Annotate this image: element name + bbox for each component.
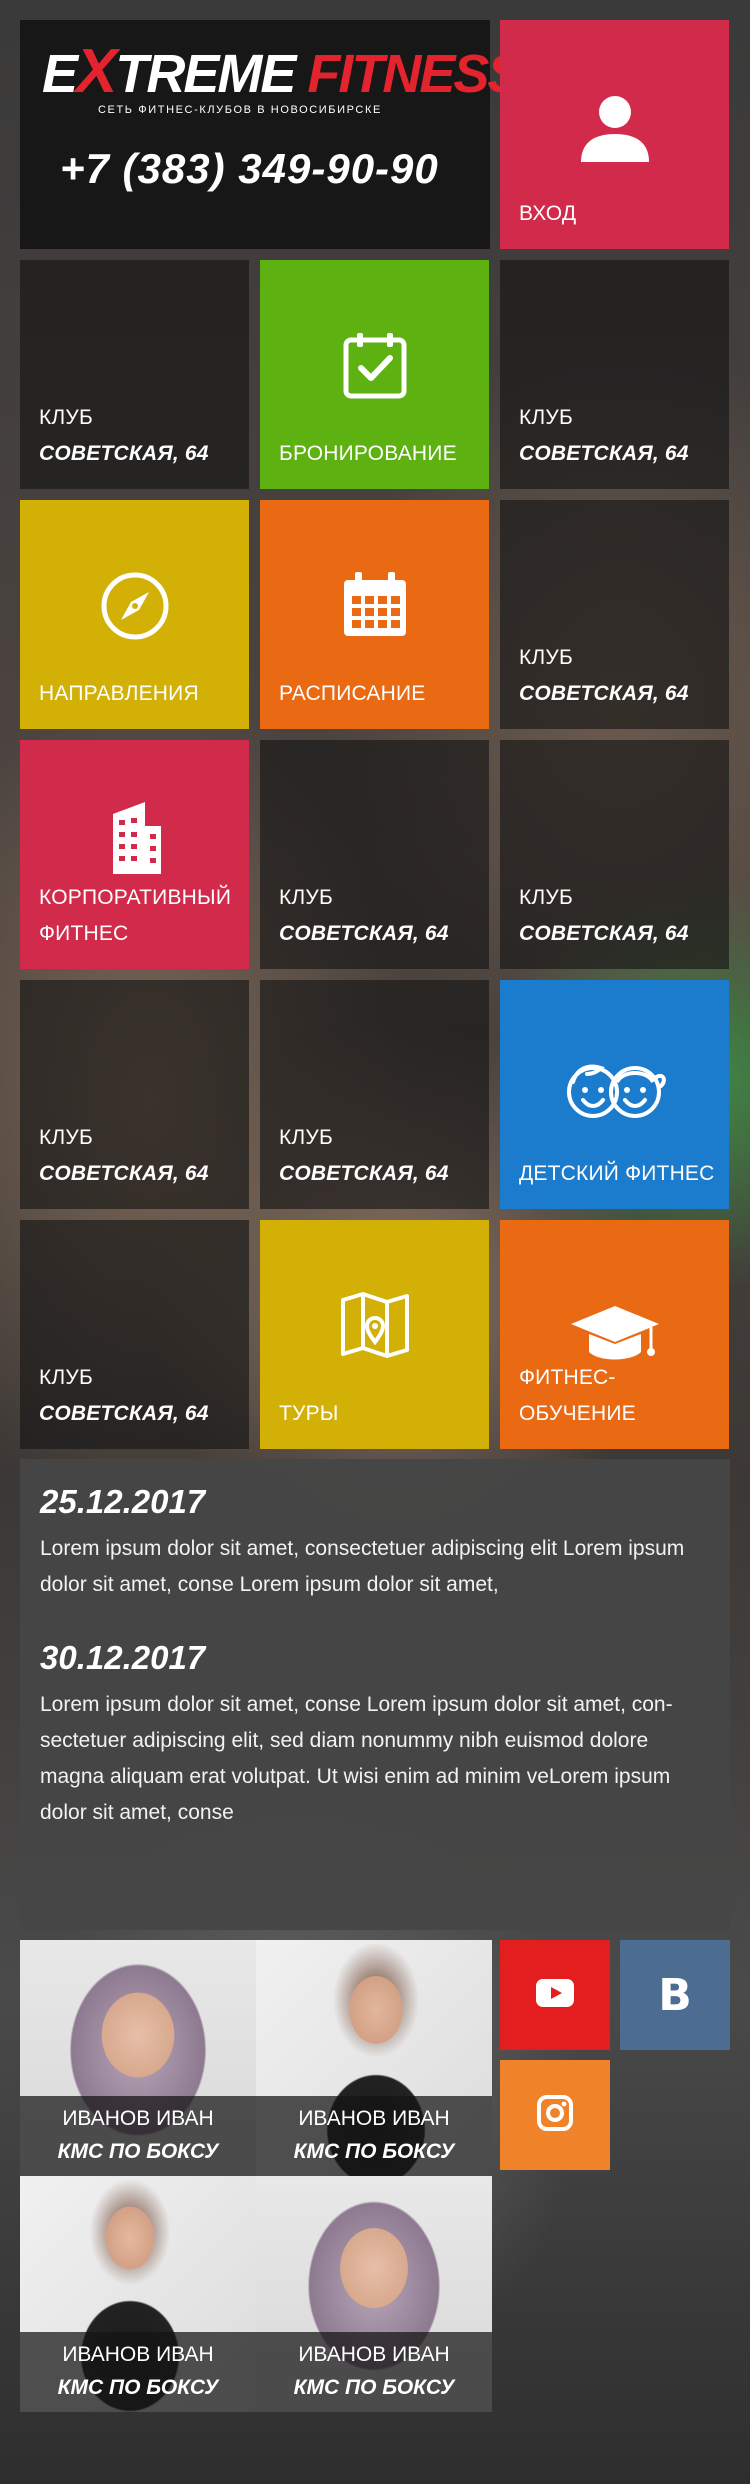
compass-icon [20, 570, 249, 642]
club-title: КЛУБ [39, 406, 93, 429]
instagram-button[interactable] [500, 2060, 610, 2170]
trainer-rank: КМС ПО БОКСУ [293, 2140, 455, 2163]
logo-letter-x: X [76, 37, 117, 106]
tagline: СЕТЬ ФИТНЕС-КЛУБОВ В НОВОСИБИРСКЕ [98, 104, 382, 116]
schedule-label: РАСПИСАНИЕ [279, 682, 426, 705]
schedule-tile[interactable]: РАСПИСАНИЕ [260, 500, 489, 729]
youtube-icon [536, 1978, 574, 2012]
club-title: КЛУБ [519, 406, 573, 429]
trainer-rank: КМС ПО БОКСУ [57, 2140, 219, 2163]
tours-label: ТУРЫ [279, 1402, 339, 1425]
tours-tile[interactable]: ТУРЫ [260, 1220, 489, 1449]
club-tile-3[interactable]: КЛУБ СОВЕТСКАЯ, 64 [500, 500, 729, 729]
phone-number[interactable]: +7 (383) 349-90-90 [60, 145, 439, 193]
map-pin-icon [260, 1290, 489, 1360]
trainer-card[interactable]: ИВАНОВ ИВАН КМС ПО БОКСУ [20, 1940, 256, 2176]
logo-word-treme: TREME [115, 44, 296, 104]
news-text: Lorem ipsum dolor sit amet, conse Lorem … [40, 1693, 673, 1824]
news-text: Lorem ipsum dolor sit amet, consectetuer… [40, 1537, 685, 1596]
corporate-label-line2: ФИТНЕС [39, 922, 129, 945]
news-item[interactable]: 25.12.2017 Lorem ipsum dolor sit amet, c… [40, 1481, 710, 1603]
trainer-name: ИВАНОВ ИВАН [62, 2343, 214, 2366]
club-address: СОВЕТСКАЯ, 64 [39, 1162, 209, 1185]
trainer-rank: КМС ПО БОКСУ [57, 2376, 219, 2399]
logo-block: EXTREME FITNESS СЕТЬ ФИТНЕС-КЛУБОВ В НОВ… [20, 20, 523, 249]
club-address: СОВЕТСКАЯ, 64 [279, 922, 449, 945]
club-address: СОВЕТСКАЯ, 64 [519, 682, 689, 705]
corporate-tile[interactable]: КОРПОРАТИВНЫЙ ФИТНЕС [20, 740, 249, 969]
logo-letter-e: E [42, 44, 78, 104]
news-panel: 25.12.2017 Lorem ipsum dolor sit amet, c… [20, 1459, 730, 1930]
trainer-card[interactable]: ИВАНОВ ИВАН КМС ПО БОКСУ [256, 1940, 492, 2176]
club-title: КЛУБ [39, 1126, 93, 1149]
club-title: КЛУБ [519, 886, 573, 909]
club-address: СОВЕТСКАЯ, 64 [39, 1402, 209, 1425]
trainer-name: ИВАНОВ ИВАН [298, 2107, 450, 2130]
directions-label: НАПРАВЛЕНИЯ [39, 682, 199, 705]
instagram-icon [537, 2094, 573, 2136]
club-tile-1[interactable]: КЛУБ СОВЕТСКАЯ, 64 [20, 260, 249, 489]
club-tile-4[interactable]: КЛУБ СОВЕТСКАЯ, 64 [260, 740, 489, 969]
club-tile-5[interactable]: КЛУБ СОВЕТСКАЯ, 64 [500, 740, 729, 969]
club-address: СОВЕТСКАЯ, 64 [519, 922, 689, 945]
education-label: ФИТНЕС-ОБУЧЕНИЕ [519, 1366, 636, 1425]
vk-button[interactable]: В [620, 1940, 730, 2050]
trainer-name: ИВАНОВ ИВАН [298, 2343, 450, 2366]
logo[interactable]: EXTREME FITNESS [42, 41, 523, 105]
booking-label: БРОНИРОВАНИЕ [279, 442, 457, 465]
calendar-check-icon [260, 330, 489, 400]
club-tile-6[interactable]: КЛУБ СОВЕТСКАЯ, 64 [20, 980, 249, 1209]
login-label: ВХОД [519, 202, 577, 225]
youtube-button[interactable] [500, 1940, 610, 2050]
kids-faces-icon [500, 1058, 729, 1120]
kids-label: ДЕТСКИЙ ФИТНЕС [519, 1162, 715, 1185]
login-tile[interactable]: ВХОД [500, 20, 729, 249]
news-item[interactable]: 30.12.2017 Lorem ipsum dolor sit amet, c… [40, 1637, 710, 1831]
education-tile[interactable]: ФИТНЕС-ОБУЧЕНИЕ [500, 1220, 729, 1449]
club-tile-7[interactable]: КЛУБ СОВЕТСКАЯ, 64 [260, 980, 489, 1209]
news-date: 25.12.2017 [40, 1483, 206, 1520]
directions-tile[interactable]: НАПРАВЛЕНИЯ [20, 500, 249, 729]
logo-word-fitness: FITNESS [294, 44, 523, 104]
graduation-cap-icon [500, 1304, 729, 1366]
club-title: КЛУБ [519, 646, 573, 669]
club-tile-8[interactable]: КЛУБ СОВЕТСКАЯ, 64 [20, 1220, 249, 1449]
trainer-card[interactable]: ИВАНОВ ИВАН КМС ПО БОКСУ [256, 2176, 492, 2412]
user-icon [500, 90, 729, 166]
club-title: КЛУБ [279, 886, 333, 909]
club-address: СОВЕТСКАЯ, 64 [39, 442, 209, 465]
kids-tile[interactable]: ДЕТСКИЙ ФИТНЕС [500, 980, 729, 1209]
news-date: 30.12.2017 [40, 1639, 206, 1676]
trainer-name: ИВАНОВ ИВАН [62, 2107, 214, 2130]
club-title: КЛУБ [39, 1366, 93, 1389]
club-tile-2[interactable]: КЛУБ СОВЕТСКАЯ, 64 [500, 260, 729, 489]
trainer-rank: КМС ПО БОКСУ [293, 2376, 455, 2399]
booking-tile[interactable]: БРОНИРОВАНИЕ [260, 260, 489, 489]
club-address: СОВЕТСКАЯ, 64 [519, 442, 689, 465]
corporate-label-line1: КОРПОРАТИВНЫЙ [39, 886, 232, 909]
club-address: СОВЕТСКАЯ, 64 [279, 1162, 449, 1185]
club-title: КЛУБ [279, 1126, 333, 1149]
calendar-grid-icon [260, 570, 489, 640]
vk-icon: В [658, 1969, 692, 2021]
trainer-card[interactable]: ИВАНОВ ИВАН КМС ПО БОКСУ [20, 2176, 256, 2412]
building-icon [20, 800, 249, 874]
